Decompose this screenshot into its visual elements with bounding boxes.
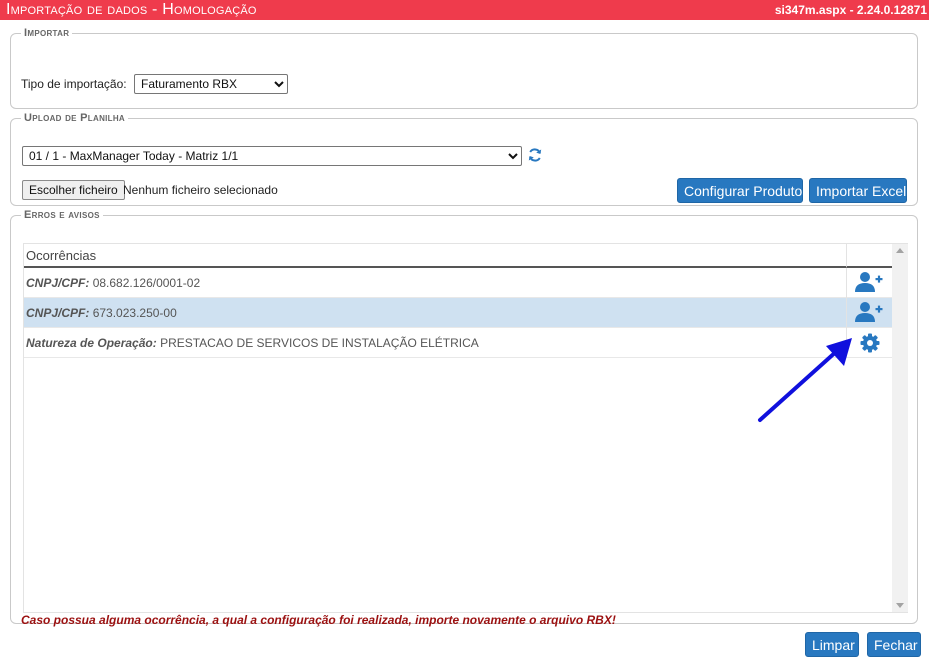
importar-section: Importar Tipo de importação: Faturamento… xyxy=(10,27,918,109)
version-label: si347m.aspx - 2.24.0.12871 xyxy=(774,3,927,17)
add-user-icon[interactable] xyxy=(855,301,883,323)
file-status-text: Nenhum ficheiro selecionado xyxy=(123,183,278,197)
table-row[interactable]: CNPJ/CPF: 673.023.250-00 xyxy=(24,298,892,328)
importar-legend: Importar xyxy=(24,27,70,39)
add-user-icon[interactable] xyxy=(855,271,883,293)
row-value: PRESTACAO DE SERVICOS DE INSTALAÇÃO ELÉT… xyxy=(160,336,479,350)
configurar-produto-button[interactable]: Configurar Produto xyxy=(677,178,803,203)
planilha-select[interactable]: 01 / 1 - MaxManager Today - Matriz 1/1 xyxy=(22,146,522,166)
upload-section: Upload de Planilha 01 / 1 - MaxManager T… xyxy=(10,112,918,206)
title-bar: Importação de dados - Homologação si347m… xyxy=(0,0,929,20)
importar-excel-button[interactable]: Importar Excel xyxy=(809,178,907,203)
row-text: CNPJ/CPF: 673.023.250-00 xyxy=(26,306,177,320)
warning-message: Caso possua alguma ocorrência, a qual a … xyxy=(21,613,616,627)
row-label: CNPJ/CPF: xyxy=(26,276,90,290)
row-value: 08.682.126/0001-02 xyxy=(92,276,201,290)
row-action-cell xyxy=(846,268,892,298)
fechar-button[interactable]: Fechar xyxy=(867,632,921,657)
row-action-cell xyxy=(846,298,892,328)
action-column-header xyxy=(846,244,892,268)
row-label: CNPJ/CPF: xyxy=(26,306,90,320)
annotation-arrow-icon xyxy=(758,338,852,422)
tipo-importacao-label: Tipo de importação: xyxy=(21,77,127,91)
choose-file-button[interactable]: Escolher ficheiro xyxy=(22,180,125,200)
erros-legend: Erros e avisos xyxy=(24,209,100,221)
table-row[interactable]: CNPJ/CPF: 08.682.126/0001-02 xyxy=(24,268,892,298)
ocorrencias-column-header: Ocorrências xyxy=(24,244,846,268)
gear-icon[interactable] xyxy=(860,333,880,353)
refresh-icon[interactable] xyxy=(527,147,543,163)
row-text: CNPJ/CPF: 08.682.126/0001-02 xyxy=(26,276,200,290)
row-value: 673.023.250-00 xyxy=(92,306,177,320)
scroll-up-arrow-icon[interactable] xyxy=(896,248,904,253)
page-title: Importação de dados - Homologação xyxy=(6,1,257,18)
upload-legend: Upload de Planilha xyxy=(24,112,126,124)
vertical-scrollbar[interactable] xyxy=(892,244,908,612)
scroll-down-arrow-icon[interactable] xyxy=(896,603,904,608)
tipo-importacao-select[interactable]: Faturamento RBX xyxy=(134,74,288,94)
limpar-button[interactable]: Limpar xyxy=(805,632,859,657)
row-text: Natureza de Operação: PRESTACAO DE SERVI… xyxy=(26,336,479,350)
row-label: Natureza de Operação: xyxy=(26,336,157,350)
